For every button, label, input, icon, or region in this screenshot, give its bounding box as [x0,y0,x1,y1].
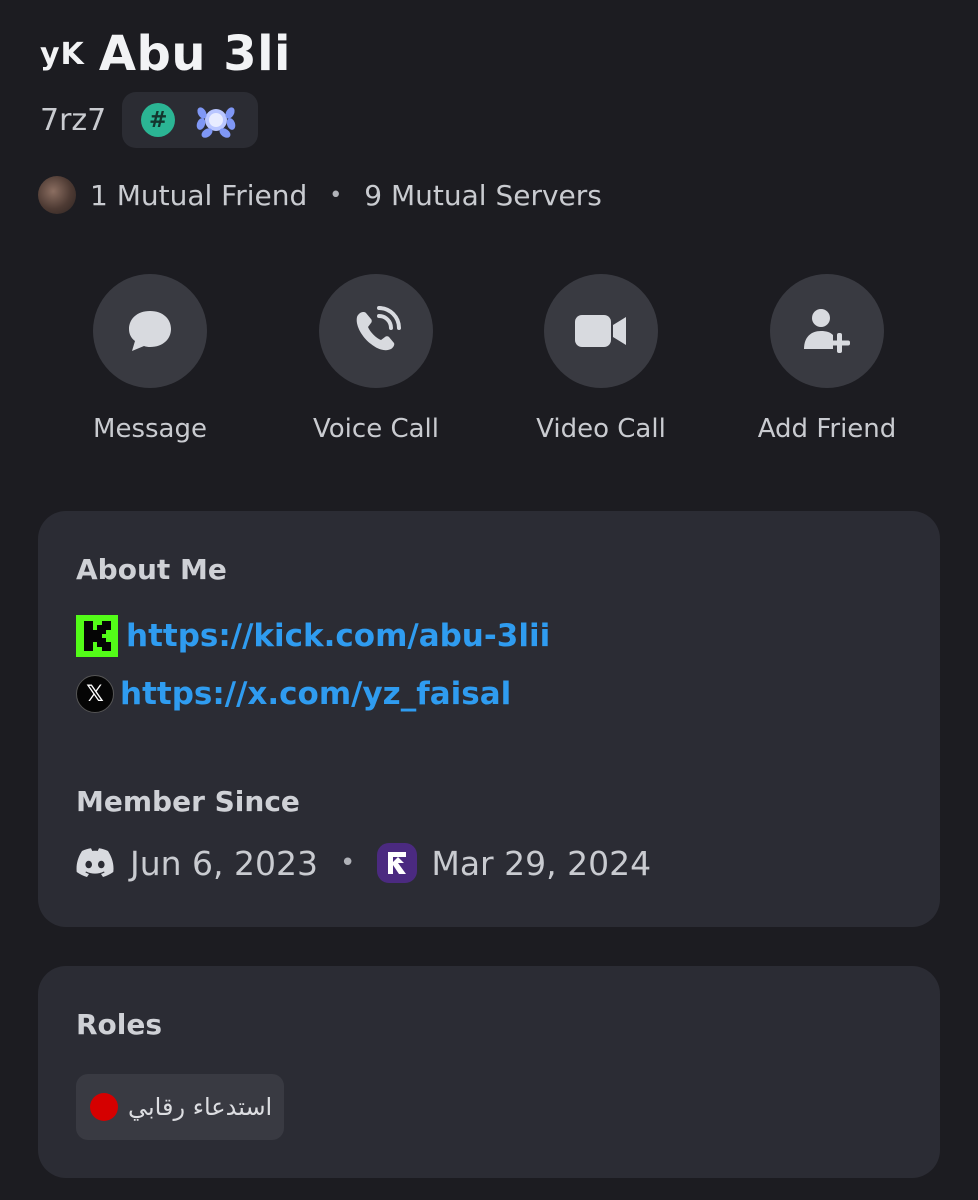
x-link-row: 𝕏 https://x.com/yz_faisal [76,675,511,713]
message-button[interactable]: Message [37,274,263,444]
about-me-card: About Me https://kick.com/abu-3lii 𝕏 htt… [38,511,940,927]
kick-link[interactable]: https://kick.com/abu-3lii [126,618,550,654]
name-prefix: yK [40,37,85,72]
message-button-circle[interactable] [93,274,207,388]
voice-call-button[interactable]: Voice Call [263,274,489,444]
display-name: Abu 3li [98,26,292,82]
add-friend-button-circle[interactable] [770,274,884,388]
separator-dot: • [329,182,343,208]
discord-icon [76,848,114,877]
x-twitter-icon: 𝕏 [76,675,114,713]
video-call-label: Video Call [536,414,666,444]
server-join-date: Mar 29, 2024 [431,843,652,883]
mutual-friend-avatar[interactable] [38,176,76,214]
add-friend-button[interactable]: Add Friend [714,274,940,444]
server-icon [377,843,418,883]
kick-link-row: https://kick.com/abu-3lii [76,615,550,657]
roles-title: Roles [76,1008,163,1041]
username-row: 7rz7 # [40,92,259,148]
role-pill[interactable]: استدعاء رقابي [76,1074,284,1140]
voice-call-button-circle[interactable] [319,274,433,388]
video-call-button-circle[interactable] [544,274,658,388]
add-friend-icon [804,309,850,353]
laurel-badge-icon[interactable] [193,97,239,143]
role-name: استدعاء رقابي [128,1093,273,1121]
hashtag-badge-icon[interactable]: # [141,103,176,137]
username[interactable]: 7rz7 [40,103,106,138]
badge-container: # [122,92,259,148]
member-since-row: Jun 6, 2023 • Mar 29, 2024 [76,843,651,883]
mutual-servers-link[interactable]: 9 Mutual Servers [364,179,602,212]
video-call-button[interactable]: Video Call [488,274,714,444]
mutuals-row: 1 Mutual Friend • 9 Mutual Servers [38,176,602,214]
phone-call-icon [356,306,401,351]
roles-card: Roles استدعاء رقابي [38,966,940,1178]
separator-dot: • [340,848,356,878]
message-bubble-icon [129,311,171,351]
message-label: Message [93,414,207,444]
video-camera-icon [575,315,626,347]
voice-call-label: Voice Call [313,414,439,444]
about-me-title: About Me [76,553,227,586]
discord-join-date: Jun 6, 2023 [130,843,319,883]
member-since-title: Member Since [76,785,300,818]
x-link[interactable]: https://x.com/yz_faisal [120,676,511,712]
profile-name-row: yK Abu 3li [40,26,291,82]
mutual-friends-link[interactable]: 1 Mutual Friend [90,179,307,212]
kick-icon [76,615,118,657]
role-color-dot [90,1093,118,1121]
add-friend-label: Add Friend [757,414,897,444]
